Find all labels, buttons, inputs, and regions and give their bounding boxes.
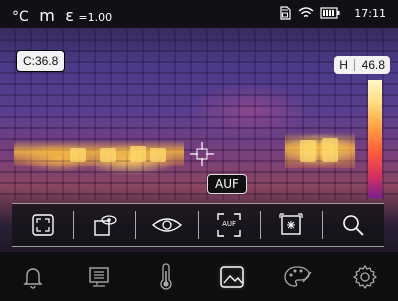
hotspot-frame-button[interactable] [261, 204, 322, 246]
crosshair-icon [190, 142, 214, 166]
nav-settings[interactable] [332, 252, 398, 301]
status-bar: °C m ε =1.00 17:11 [0, 0, 398, 28]
nav-measurement[interactable] [133, 252, 199, 301]
view-eye-button[interactable] [136, 204, 197, 246]
nav-display[interactable] [66, 252, 132, 301]
high-label: H [339, 58, 348, 72]
high-temperature-badge: H 46.8 [334, 56, 390, 74]
monitor-display-icon [86, 264, 112, 290]
battery-icon [320, 7, 340, 19]
measurement-settings[interactable]: °C m ε =1.00 [12, 6, 112, 25]
sd-card-icon [278, 6, 292, 20]
center-temperature-badge: C:36.8 [16, 50, 66, 72]
zoom-button[interactable] [323, 204, 384, 246]
focus-mode-label: AUF [207, 174, 247, 194]
mode-indicator: m [39, 6, 55, 25]
high-value: 46.8 [361, 58, 385, 72]
zoom-icon [340, 212, 366, 238]
fullscreen-icon [30, 212, 56, 238]
hotspot-frame-icon [278, 212, 304, 238]
alarm-bell-icon [21, 264, 45, 290]
thermal-camera-screen: °C m ε =1.00 17:11 C:36.8 H 46.8 AUF AUF [0, 0, 398, 301]
wifi-icon [298, 7, 314, 19]
nav-alarm[interactable] [0, 252, 66, 301]
image-toolbar: AUF [12, 203, 384, 247]
bottom-navigation [0, 252, 398, 301]
camera-overlay-icon [91, 212, 119, 238]
auto-focus-label: AUF [222, 220, 237, 228]
auto-focus-button[interactable]: AUF [199, 204, 260, 246]
camera-overlay-button[interactable] [74, 204, 135, 246]
emissivity-value: =1.00 [78, 11, 113, 24]
nav-palette[interactable] [265, 252, 331, 301]
image-gallery-icon [218, 264, 246, 290]
thermometer-icon [158, 262, 174, 291]
clock-time: 17:11 [354, 6, 386, 20]
view-eye-icon [151, 215, 183, 235]
auto-focus-icon: AUF [216, 212, 242, 238]
settings-gear-icon [352, 264, 378, 290]
nav-image-gallery[interactable] [199, 252, 265, 301]
temperature-color-scale [368, 80, 382, 198]
temperature-unit: °C [12, 9, 29, 25]
palette-icon [283, 264, 313, 290]
fullscreen-button[interactable] [12, 204, 73, 246]
emissivity-symbol: ε [65, 6, 74, 25]
